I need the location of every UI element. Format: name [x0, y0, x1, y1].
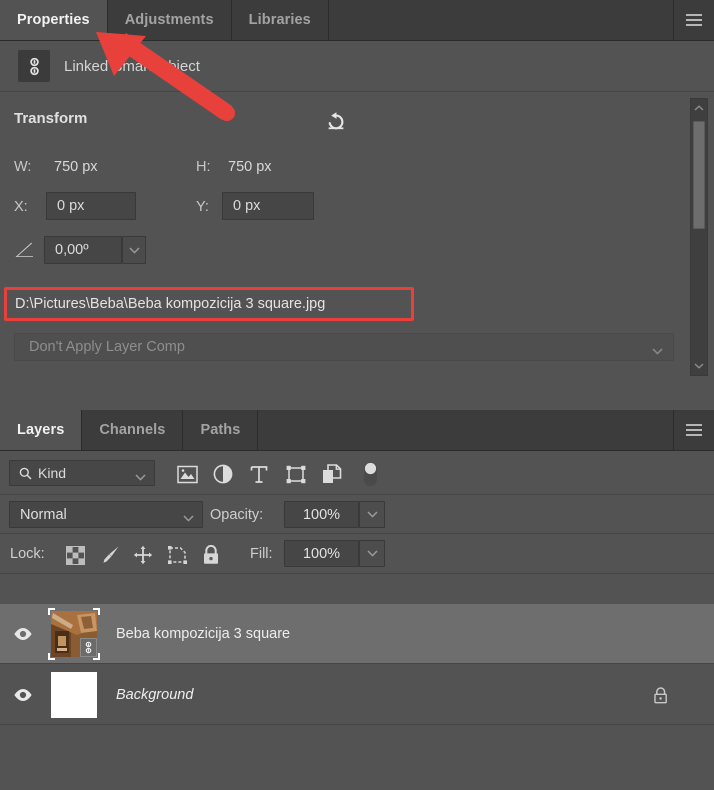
object-type-label: Linked Smart Object [64, 57, 200, 75]
type-layer-filter-icon[interactable] [247, 462, 271, 486]
tab-bar-filler [258, 410, 674, 450]
y-input[interactable]: 0 px [222, 192, 314, 220]
tab-libraries-label: Libraries [248, 12, 311, 28]
blend-mode-value: Normal [20, 506, 67, 523]
tab-adjustments-label: Adjustments [124, 12, 214, 28]
properties-panel: Properties Adjustments Libraries Linked … [0, 0, 714, 405]
eye-visible-icon[interactable] [0, 665, 46, 725]
opacity-dropdown-button[interactable] [359, 501, 385, 528]
layer-name[interactable]: Background [116, 687, 193, 703]
lock-all-icon[interactable] [200, 544, 222, 566]
chevron-down-icon[interactable] [691, 357, 707, 375]
shape-layer-filter-icon[interactable] [284, 462, 308, 486]
lock-row: Lock: Fill: 100% [0, 534, 714, 574]
object-type-row: Linked Smart Object [0, 41, 714, 92]
layers-tab-bar: Layers Channels Paths [0, 410, 714, 451]
properties-tab-bar: Properties Adjustments Libraries [0, 0, 714, 41]
kind-filter-label: Kind [38, 465, 67, 481]
kind-filter-select[interactable]: Kind [9, 460, 155, 486]
tab-paths-label: Paths [200, 422, 241, 438]
hamburger-menu-icon[interactable] [674, 0, 714, 40]
layer-name[interactable]: Beba kompozicija 3 square [116, 626, 290, 642]
angle-input-value: 0,00º [55, 242, 89, 258]
table-row[interactable]: Background [0, 665, 714, 725]
tab-channels-label: Channels [99, 422, 166, 438]
properties-vertical-scrollbar[interactable] [690, 98, 708, 376]
chevron-down-icon [183, 510, 194, 526]
revert-reset-icon[interactable] [320, 108, 352, 136]
search-icon [19, 467, 32, 480]
x-input[interactable]: 0 px [46, 192, 136, 220]
scrollbar-thumb[interactable] [693, 121, 705, 229]
tab-bar-filler [328, 0, 674, 40]
tab-properties-label: Properties [17, 12, 90, 28]
y-input-value: 0 px [233, 198, 261, 214]
layer-thumbnail[interactable] [46, 606, 102, 662]
width-label: W: [14, 159, 32, 175]
angle-dropdown-button[interactable] [122, 236, 146, 264]
tab-adjustments[interactable]: Adjustments [107, 0, 232, 40]
photoshop-panels-screenshot: Properties Adjustments Libraries Linked … [0, 0, 714, 790]
width-value[interactable]: 750 px [54, 159, 98, 175]
y-label: Y: [196, 199, 209, 215]
lock-artboard-nesting-icon[interactable] [166, 544, 188, 566]
fill-dropdown-button[interactable] [359, 540, 385, 567]
tab-libraries[interactable]: Libraries [231, 0, 329, 40]
tab-properties[interactable]: Properties [0, 0, 108, 40]
lock-icon[interactable] [650, 685, 670, 705]
transform-section-title: Transform [14, 110, 88, 127]
linked-smart-object-icon [18, 50, 50, 82]
table-row[interactable]: Beba kompozicija 3 square [0, 604, 714, 664]
chevron-up-icon[interactable] [691, 99, 707, 117]
x-label: X: [14, 199, 28, 215]
opacity-label: Opacity: [210, 507, 264, 523]
x-input-value: 0 px [57, 198, 85, 214]
lock-position-icon[interactable] [132, 544, 154, 566]
white-thumbnail [51, 671, 97, 718]
opacity-input[interactable]: 100% [284, 501, 359, 528]
layer-comp-select[interactable]: Don't Apply Layer Comp [14, 333, 674, 361]
lock-image-pixels-icon[interactable] [99, 544, 121, 566]
lock-transparent-pixels-icon[interactable] [64, 544, 86, 566]
layer-comp-value: Don't Apply Layer Comp [29, 339, 185, 355]
tab-layers-label: Layers [17, 422, 65, 438]
eye-visible-icon[interactable] [0, 604, 46, 664]
fill-input[interactable]: 100% [284, 540, 359, 567]
pixel-layer-filter-icon[interactable] [175, 462, 199, 486]
fill-value: 100% [302, 545, 341, 562]
chevron-down-icon [135, 468, 146, 484]
height-label: H: [196, 159, 211, 175]
chevron-down-icon [652, 343, 663, 359]
layer-thumbnail[interactable] [46, 667, 102, 723]
layers-panel: Layers Channels Paths Kind Normal Opacit… [0, 410, 714, 790]
fill-label: Fill: [250, 546, 273, 562]
blend-mode-row: Normal Opacity: 100% [0, 495, 714, 534]
layer-filter-row: Kind [0, 451, 714, 495]
linked-file-path[interactable]: D:\Pictures\Beba\Beba kompozicija 3 squa… [9, 292, 409, 316]
adjustment-layer-filter-icon[interactable] [211, 462, 235, 486]
tab-layers[interactable]: Layers [0, 410, 83, 450]
angle-input[interactable]: 0,00º [44, 236, 122, 264]
lock-label: Lock: [10, 546, 45, 562]
height-value[interactable]: 750 px [228, 159, 272, 175]
tab-paths[interactable]: Paths [183, 410, 259, 450]
tab-channels[interactable]: Channels [82, 410, 184, 450]
hamburger-menu-icon[interactable] [674, 410, 714, 450]
opacity-value: 100% [302, 506, 341, 523]
angle-rotation-icon [14, 241, 36, 259]
smart-object-filter-icon[interactable] [320, 462, 344, 486]
filter-toggle-switch-icon[interactable] [358, 462, 382, 486]
blend-mode-select[interactable]: Normal [9, 501, 203, 528]
